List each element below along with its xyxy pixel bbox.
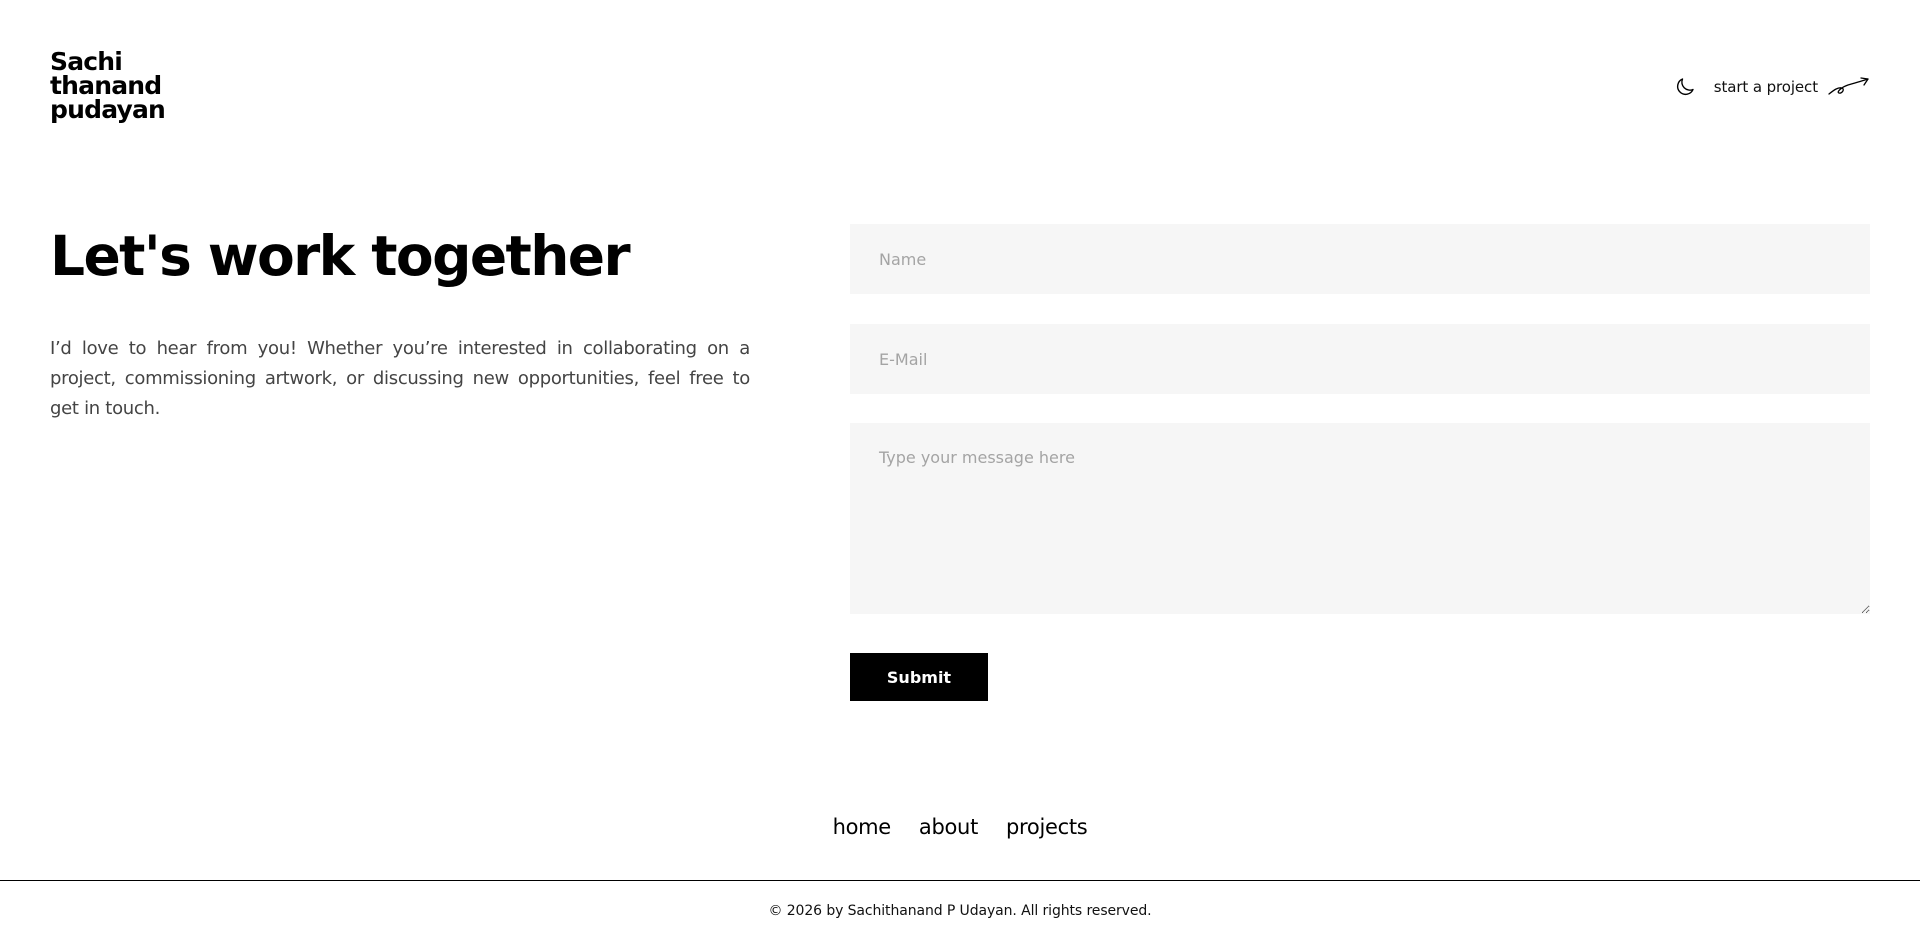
email-input[interactable] [850,324,1870,394]
page-title: Let's work together [50,224,631,288]
footer-link-projects[interactable]: projects [1006,815,1088,839]
footer-nav: home about projects [0,815,1920,839]
site-logo[interactable]: Sachi thanand pudayan [50,49,166,124]
intro-paragraph: I’d love to hear from you! Whether you’r… [50,338,750,419]
start-project-link[interactable]: start a project [1714,76,1870,98]
footer-link-home[interactable]: home [833,815,892,839]
curved-arrow-icon [1828,77,1869,95]
name-input[interactable] [850,224,1870,294]
contact-page: Sachi thanand pudayan start a project Le… [0,0,1920,945]
moon-icon [1676,78,1694,96]
start-project-label: start a project [1713,78,1818,96]
theme-toggle-button[interactable] [1672,74,1698,100]
footer-divider [0,880,1920,881]
logo-line-3: pudayan [50,95,166,124]
submit-button[interactable]: Submit [850,653,988,701]
copyright-text: © 2026 by Sachithanand P Udayan. All rig… [768,903,1152,919]
header-actions: start a project [1672,72,1870,102]
message-textarea[interactable] [850,423,1870,614]
footer-link-about[interactable]: about [919,815,978,839]
